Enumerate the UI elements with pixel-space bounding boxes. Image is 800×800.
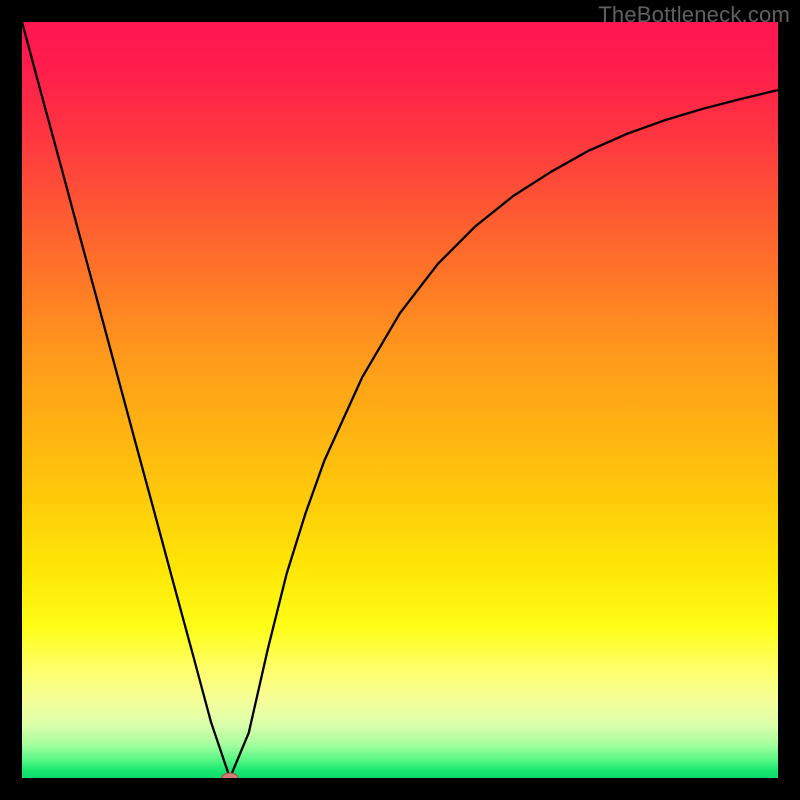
watermark-text: TheBottleneck.com xyxy=(598,2,790,28)
gradient-background xyxy=(22,22,778,778)
chart-container: TheBottleneck.com xyxy=(0,0,800,800)
chart-svg xyxy=(22,22,778,778)
plot-area xyxy=(22,22,778,778)
